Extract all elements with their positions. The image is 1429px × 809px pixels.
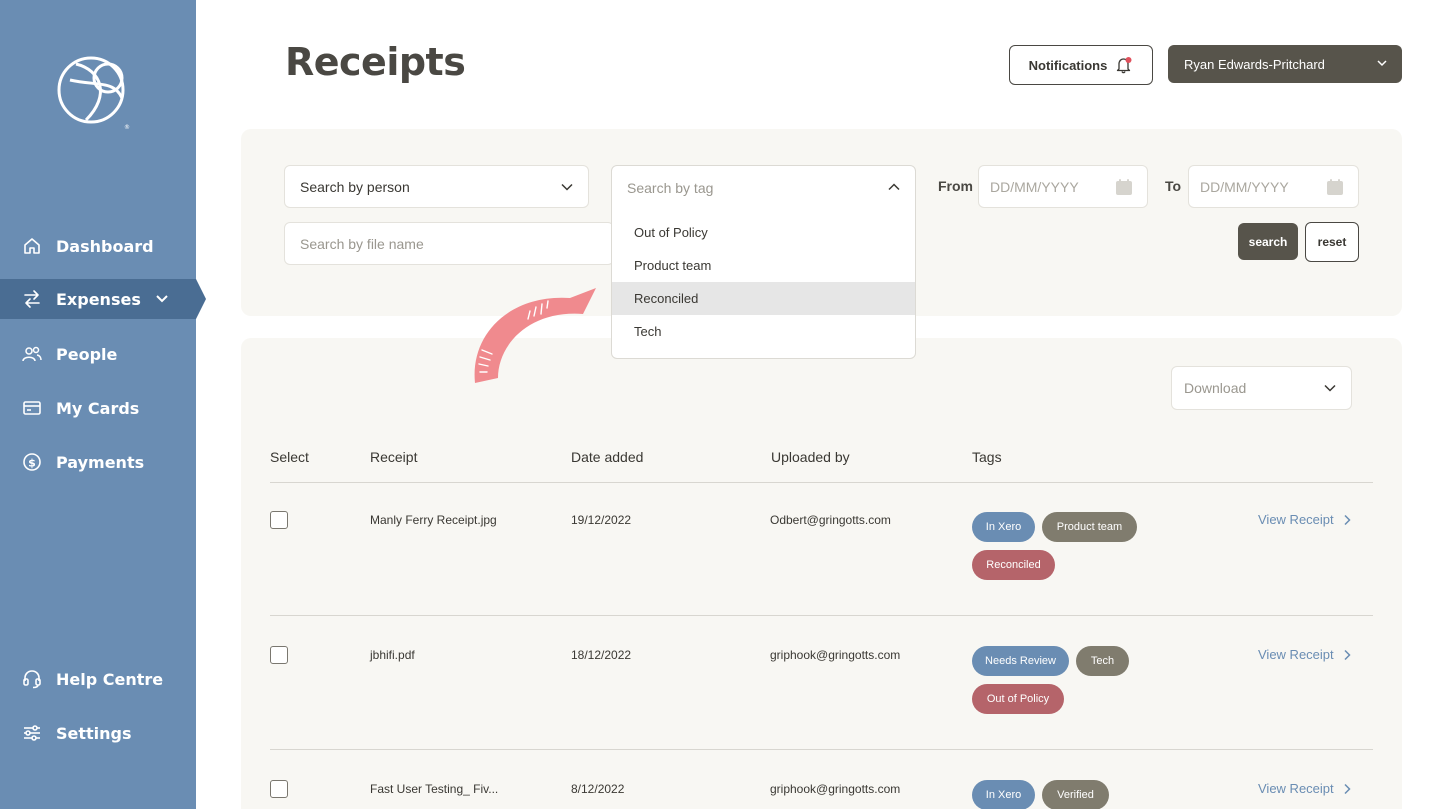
tag-badge: Reconciled: [972, 550, 1055, 580]
column-header-select: Select: [270, 449, 309, 465]
view-receipt-label: View Receipt: [1258, 781, 1334, 796]
nav-label: Payments: [56, 452, 145, 472]
nav-expenses[interactable]: Expenses: [0, 279, 206, 319]
column-header-tags: Tags: [972, 449, 1002, 465]
nav-people[interactable]: People: [0, 334, 196, 374]
chevron-down-icon[interactable]: [155, 292, 169, 306]
nav-label: Expenses: [56, 289, 141, 309]
arrows-icon: [22, 289, 42, 309]
header-divider: [270, 482, 1373, 483]
home-icon: [22, 236, 42, 256]
tag-option-tech[interactable]: Tech: [612, 315, 915, 348]
tag-badge: In Xero: [972, 780, 1035, 809]
search-button[interactable]: search: [1238, 223, 1298, 260]
view-receipt-link[interactable]: View Receipt: [1258, 512, 1352, 527]
view-receipt-label: View Receipt: [1258, 512, 1334, 527]
nav-dashboard[interactable]: Dashboard: [0, 226, 196, 266]
user-menu-button[interactable]: Ryan Edwards-Pritchard: [1168, 45, 1402, 83]
date-added: 19/12/2022: [571, 513, 632, 527]
nav-help-centre[interactable]: Help Centre: [0, 659, 196, 699]
tag-select[interactable]: Search by tag: [612, 166, 915, 209]
receipt-filename: Manly Ferry Receipt.jpg: [370, 513, 497, 527]
headset-icon: [22, 669, 42, 689]
uploaded-by: Odbert@gringotts.com: [770, 513, 891, 527]
nav-label: Help Centre: [56, 669, 164, 689]
uploaded-by: griphook@gringotts.com: [770, 648, 901, 662]
row-divider: [270, 749, 1373, 750]
nav-label: My Cards: [56, 398, 140, 418]
row-checkbox[interactable]: [270, 511, 288, 529]
from-label: From: [938, 178, 973, 194]
tag-option-product-team[interactable]: Product team: [612, 249, 915, 282]
to-date-placeholder: DD/MM/YYYY: [1200, 178, 1289, 195]
tag-badge: Verified: [1042, 780, 1109, 809]
column-header-uploaded-by: Uploaded by: [771, 449, 850, 465]
nav-my-cards[interactable]: My Cards: [0, 388, 196, 428]
view-receipt-link[interactable]: View Receipt: [1258, 781, 1352, 796]
tag-option-out-of-policy[interactable]: Out of Policy: [612, 216, 915, 249]
chevron-down-icon: [1377, 60, 1387, 67]
chevron-up-icon: [888, 183, 900, 191]
tag-option-reconciled[interactable]: Reconciled: [612, 282, 915, 315]
reset-button[interactable]: reset: [1305, 222, 1359, 262]
dollar-icon: $: [22, 452, 42, 472]
to-label: To: [1165, 178, 1182, 194]
svg-text:®: ®: [124, 124, 130, 131]
tag-select-dropdown[interactable]: Search by tag Out of Policy Product team…: [611, 165, 916, 359]
date-added: 18/12/2022: [571, 648, 632, 662]
column-header-receipt: Receipt: [370, 449, 418, 465]
chevron-right-icon: [1344, 783, 1351, 794]
page-title: Receipts: [285, 40, 466, 84]
row-checkbox[interactable]: [270, 780, 288, 798]
nav-payments[interactable]: $ Payments: [0, 442, 196, 482]
view-receipt-label: View Receipt: [1258, 647, 1334, 662]
logo-icon[interactable]: ®: [56, 50, 130, 132]
person-select[interactable]: Search by person: [284, 165, 589, 208]
uploaded-by: griphook@gringotts.com: [770, 782, 901, 796]
file-name-search-input[interactable]: Search by file name: [284, 222, 614, 265]
chevron-down-icon: [561, 183, 573, 191]
tag-badge: Product team: [1042, 512, 1137, 542]
chevron-right-icon: [1344, 514, 1351, 525]
notifications-label: Notifications: [1028, 57, 1108, 73]
calendar-icon[interactable]: [1115, 178, 1133, 196]
row-divider: [270, 615, 1373, 616]
sidebar: ® Dashboard Expenses People My Cards $ P…: [0, 0, 206, 809]
view-receipt-link[interactable]: View Receipt: [1258, 647, 1352, 662]
receipt-filename: jbhifi.pdf: [370, 648, 415, 662]
download-select[interactable]: Download: [1171, 366, 1352, 410]
nav-label: People: [56, 344, 118, 364]
tag-badge: Out of Policy: [972, 684, 1064, 714]
date-added: 8/12/2022: [571, 782, 625, 796]
tag-badge: Tech: [1076, 646, 1129, 676]
nav-label: Settings: [56, 723, 132, 743]
user-name: Ryan Edwards-Pritchard: [1184, 56, 1325, 72]
sliders-icon: [22, 723, 42, 743]
tag-badge: Needs Review: [972, 646, 1069, 676]
tag-select-placeholder: Search by tag: [627, 179, 714, 196]
column-header-date-added: Date added: [571, 449, 644, 465]
svg-text:$: $: [28, 457, 36, 470]
tag-badge: In Xero: [972, 512, 1035, 542]
receipt-filename: Fast User Testing_ Fiv...: [370, 782, 499, 796]
file-name-placeholder: Search by file name: [300, 235, 424, 252]
nav-settings[interactable]: Settings: [0, 713, 196, 753]
from-date-placeholder: DD/MM/YYYY: [990, 178, 1079, 195]
chevron-right-icon: [1344, 649, 1351, 660]
notifications-button[interactable]: Notifications: [1009, 45, 1153, 85]
to-date-input[interactable]: DD/MM/YYYY: [1188, 165, 1359, 208]
from-date-input[interactable]: DD/MM/YYYY: [978, 165, 1148, 208]
calendar-icon[interactable]: [1326, 178, 1344, 196]
nav-label: Dashboard: [56, 236, 154, 256]
chevron-down-icon: [1324, 384, 1336, 392]
people-icon: [22, 344, 42, 364]
person-select-label: Search by person: [300, 178, 410, 195]
card-icon: [22, 398, 42, 418]
decorative-arrow-icon: [474, 288, 596, 383]
row-checkbox[interactable]: [270, 646, 288, 664]
download-label: Download: [1184, 380, 1247, 396]
bell-icon: [1117, 57, 1132, 74]
